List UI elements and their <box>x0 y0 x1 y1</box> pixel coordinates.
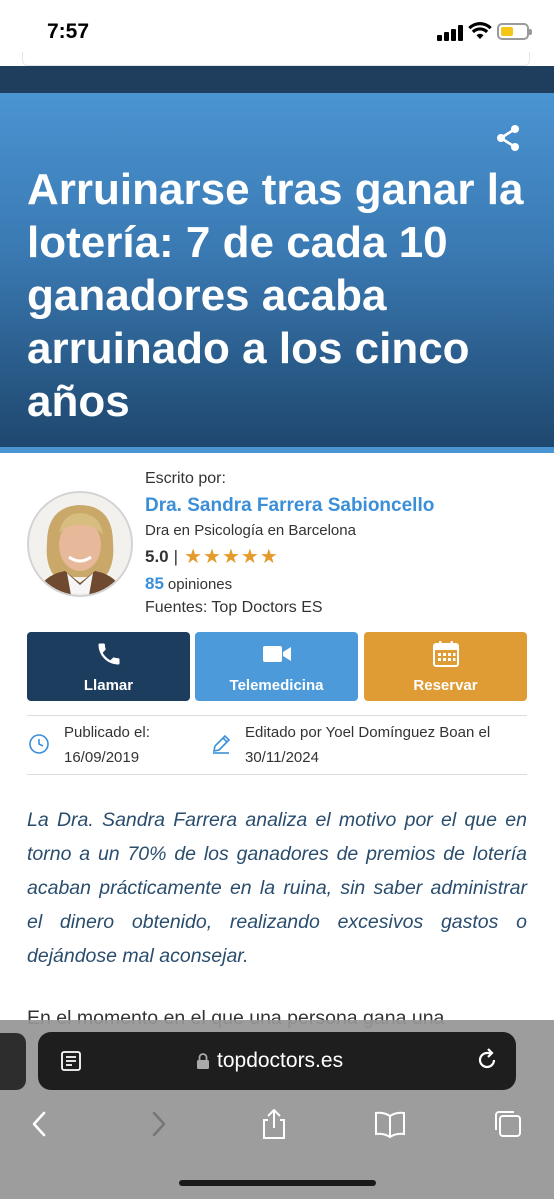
rating-stars: ★ ★ ★ ★ ★ <box>184 547 278 567</box>
author-info: Escrito por: Dra. Sandra Farrera Sabionc… <box>145 468 535 620</box>
meta-divider-bottom <box>27 774 527 775</box>
status-bar: 7:57 <box>0 0 554 66</box>
sources-text: Fuentes: Top Doctors ES <box>145 599 323 616</box>
forward-icon <box>152 1111 166 1137</box>
book-button-label: Reservar <box>413 677 478 694</box>
share-sheet-icon[interactable] <box>258 1108 290 1140</box>
battery-icon <box>497 23 532 40</box>
reviews-link[interactable]: 85 opiniones <box>145 572 535 596</box>
book-button[interactable]: Reservar <box>364 632 527 701</box>
published-label: Publicado el: <box>64 724 150 741</box>
written-by-label: Escrito por: <box>145 470 226 487</box>
published-date: 16/09/2019 <box>64 749 140 766</box>
published-info: Publicado el: 16/09/2019 <box>64 720 150 770</box>
author-avatar[interactable] <box>27 491 133 597</box>
author-name-link[interactable]: Dra. Sandra Farrera Sabioncello <box>145 493 535 519</box>
rating-row[interactable]: 5.0 | ★ ★ ★ ★ ★ <box>145 543 535 571</box>
article-title: Arruinarse tras ganar la lotería: 7 de c… <box>27 165 524 426</box>
rating-value: 5.0 <box>145 547 169 566</box>
reviews-label: opiniones <box>167 576 233 593</box>
edit-icon <box>212 734 231 754</box>
wifi-icon <box>468 22 492 39</box>
edited-info: Editado por Yoel Domínguez Boan el 30/11… <box>245 720 490 770</box>
video-camera-icon <box>262 646 291 662</box>
status-time: 7:57 <box>47 20 90 43</box>
phone-icon <box>98 643 119 665</box>
home-indicator <box>179 1180 376 1186</box>
reload-icon[interactable] <box>474 1047 500 1073</box>
reader-icon[interactable] <box>59 1049 83 1073</box>
call-button[interactable]: Llamar <box>27 632 190 701</box>
clock-icon <box>29 734 49 754</box>
rating-separator: | <box>173 547 179 566</box>
cellular-signal-icon <box>437 25 463 41</box>
telemedicine-button-label: Telemedicina <box>229 677 324 694</box>
back-icon[interactable] <box>24 1108 56 1140</box>
star-icon: ★ <box>259 546 278 568</box>
bookmarks-icon[interactable] <box>374 1108 406 1140</box>
article-intro: La Dra. Sandra Farrera analiza el motivo… <box>27 809 527 967</box>
star-icon: ★ <box>240 546 259 568</box>
meta-divider-top <box>27 715 527 716</box>
share-icon[interactable] <box>494 124 522 152</box>
edited-by-text: Editado por Yoel Domínguez Boan el <box>245 724 491 741</box>
call-button-label: Llamar <box>83 677 134 694</box>
reviews-count: 85 <box>145 574 164 593</box>
page-header-edge <box>22 52 530 66</box>
edited-date: 30/11/2024 <box>245 749 319 766</box>
site-nav-strip <box>0 66 554 93</box>
address-url[interactable]: topdoctors.es <box>217 1047 343 1075</box>
previous-tab-preview[interactable] <box>0 1033 26 1090</box>
author-specialty: Dra en Psicología en Barcelona <box>145 522 356 539</box>
tabs-icon[interactable] <box>492 1108 524 1140</box>
star-icon: ★ <box>203 546 221 568</box>
star-icon: ★ <box>184 546 202 568</box>
telemedicine-button[interactable]: Telemedicina <box>195 632 358 701</box>
star-icon: ★ <box>221 546 240 568</box>
hero-divider <box>0 447 554 453</box>
lock-icon <box>197 1053 209 1069</box>
calendar-icon <box>432 641 459 667</box>
